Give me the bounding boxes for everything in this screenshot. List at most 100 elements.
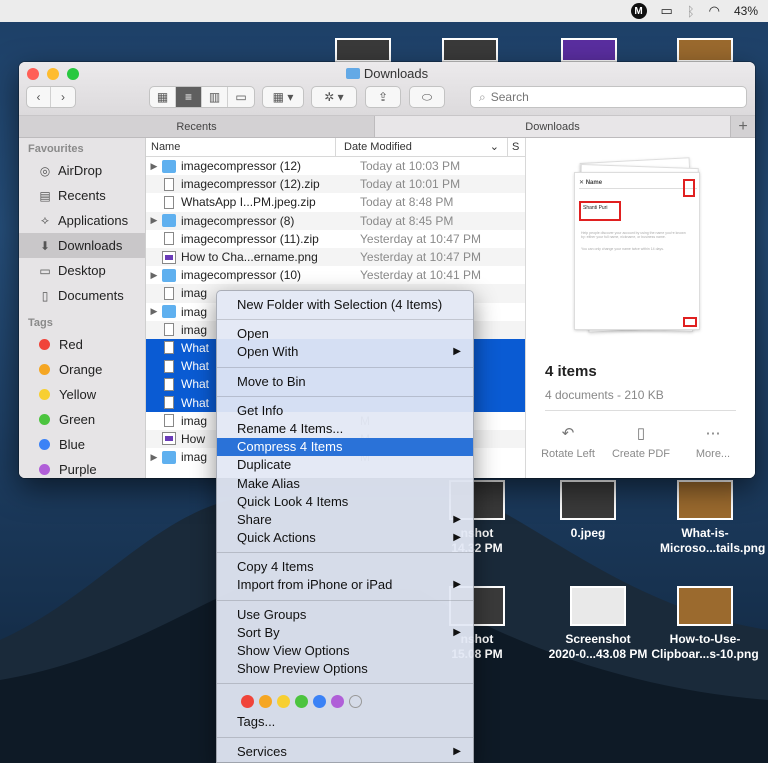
tag-color-swatch[interactable]	[241, 694, 254, 708]
sidebar-tag-label: Red	[59, 337, 83, 352]
file-row[interactable]: imagecompressor (12).zip Today at 10:01 P…	[146, 175, 525, 194]
menu-item-duplicate[interactable]: Duplicate	[217, 456, 473, 474]
column-view-button[interactable]: ▥	[202, 87, 228, 107]
menu-tag-colors	[217, 689, 473, 713]
sidebar-tag-red[interactable]: Red	[19, 332, 145, 357]
tag-color-swatch[interactable]	[259, 694, 272, 708]
column-header-name[interactable]: Name	[146, 138, 336, 156]
file-row[interactable]: ▶ imagecompressor (8) Today at 8:45 PM	[146, 211, 525, 230]
action-gear-button[interactable]: ✲ ▾	[311, 86, 357, 108]
rotate-left-button[interactable]: ↶ Rotate Left	[533, 424, 603, 460]
menu-item-quick-look-4-items[interactable]: Quick Look 4 Items	[217, 493, 473, 511]
menu-item-open-with[interactable]: Open With ▶	[217, 343, 473, 361]
battery-percent[interactable]: 43%	[734, 4, 758, 18]
menu-item-quick-actions[interactable]: Quick Actions ▶	[217, 529, 473, 547]
menu-item-open[interactable]: Open	[217, 325, 473, 343]
file-row[interactable]: imagecompressor (11).zip Yesterday at 10:…	[146, 230, 525, 248]
menu-item-label: Quick Look 4 Items	[237, 493, 349, 509]
menu-item-use-groups[interactable]: Use Groups	[217, 606, 473, 624]
menu-item-get-info[interactable]: Get Info	[217, 402, 473, 420]
tag-color-icon	[39, 339, 50, 350]
menu-item-compress-4-items[interactable]: Compress 4 Items	[217, 438, 473, 457]
desktop-file-icon[interactable]: Screenshot 2020-0...43.08 PM	[543, 586, 653, 662]
airplay-icon[interactable]: ▭	[661, 3, 673, 19]
tag-color-swatch[interactable]	[313, 694, 326, 708]
share-button[interactable]: ⇪	[365, 86, 401, 108]
tag-color-icon	[39, 464, 50, 475]
desktop-file-icon[interactable]: How-to-Use- Clipboar...s-10.png	[650, 586, 760, 662]
back-button[interactable]: ‹	[27, 87, 52, 107]
disclosure-triangle-icon[interactable]: ▶	[146, 215, 162, 226]
sidebar-tag-label: Yellow	[59, 387, 97, 402]
search-input[interactable]	[490, 90, 731, 104]
file-row[interactable]: ▶ imagecompressor (10) Yesterday at 10:41 …	[146, 266, 525, 284]
search-field[interactable]: ⌕	[470, 86, 747, 108]
icon-view-button[interactable]: ▦	[150, 87, 176, 107]
file-row[interactable]: ▶ imagecompressor (12) Today at 10:03 PM	[146, 157, 525, 175]
tag-color-swatch[interactable]	[295, 694, 308, 708]
menu-item-show-preview-options[interactable]: Show Preview Options	[217, 660, 473, 678]
menu-item-import-from-iphone-or-ipad[interactable]: Import from iPhone or iPad ▶	[217, 576, 473, 594]
group-by-button[interactable]: ▦ ▾	[262, 86, 304, 108]
tag-color-swatch[interactable]	[277, 694, 290, 708]
window-title: Downloads	[19, 66, 755, 81]
view-switcher: ▦ ≡ ▥ ▭	[149, 86, 255, 108]
more-button[interactable]: ⋯ More...	[678, 424, 748, 460]
create-pdf-button[interactable]: ▯ Create PDF	[606, 424, 676, 460]
menu-item-sort-by[interactable]: Sort By ▶	[217, 624, 473, 642]
wifi-icon[interactable]: ◠	[709, 3, 720, 19]
sidebar-item-recents[interactable]: ▤ Recents	[19, 183, 145, 208]
tag-button[interactable]: ⬭	[409, 86, 445, 108]
desktop-file-icon[interactable]: 0.jpeg	[543, 480, 633, 541]
sidebar-item-applications[interactable]: ⟡ Applications	[19, 208, 145, 233]
disclosure-triangle-icon[interactable]: ▶	[146, 270, 162, 281]
menu-item-rename-4-items[interactable]: Rename 4 Items...	[217, 420, 473, 438]
sidebar-tag-green[interactable]: Green	[19, 407, 145, 432]
menu-item-share[interactable]: Share ▶	[217, 511, 473, 529]
file-row[interactable]: WhatsApp I...PM.jpeg.zip Today at 8:48 PM	[146, 193, 525, 211]
disclosure-triangle-icon[interactable]: ▶	[146, 306, 162, 317]
sidebar-tag-yellow[interactable]: Yellow	[19, 382, 145, 407]
tab-recents[interactable]: Recents	[19, 116, 375, 137]
tab-downloads[interactable]: Downloads	[375, 116, 731, 137]
disclosure-triangle-icon[interactable]: ▶	[146, 161, 162, 172]
menu-separator	[217, 395, 473, 397]
tag-color-swatch[interactable]	[331, 694, 344, 708]
bluetooth-icon[interactable]: ᛒ	[687, 4, 695, 19]
desktop-file-icon[interactable]	[425, 38, 515, 62]
desktop-file-icon[interactable]: What-is- Microso...tails.png	[660, 480, 765, 556]
sidebar-item-downloads[interactable]: ⬇ Downloads	[19, 233, 145, 258]
desktop-file-icon[interactable]	[660, 38, 750, 62]
list-view-button[interactable]: ≡	[176, 87, 202, 107]
forward-button[interactable]: ›	[51, 87, 75, 107]
disclosure-triangle-icon[interactable]: ▶	[146, 452, 162, 463]
menu-item-tags[interactable]: Tags...	[217, 713, 473, 731]
sidebar-tag-blue[interactable]: Blue	[19, 432, 145, 457]
menu-item-move-to-bin[interactable]: Move to Bin	[217, 373, 473, 391]
desktop-file-icon[interactable]	[318, 38, 408, 62]
m-badge-icon[interactable]: M	[630, 3, 647, 19]
menu-item-show-view-options[interactable]: Show View Options	[217, 642, 473, 660]
sidebar-tag-orange[interactable]: Orange	[19, 357, 145, 382]
menu-item-new-folder-with-selection-4-items[interactable]: New Folder with Selection (4 Items)	[217, 296, 473, 314]
image-file-icon	[162, 432, 176, 446]
file-row[interactable]: How to Cha...ername.png Yesterday at 10:4…	[146, 247, 525, 267]
gallery-view-button[interactable]: ▭	[228, 87, 254, 107]
file-date: Today at 10:03 PM	[360, 159, 461, 174]
more-label: More...	[695, 448, 731, 460]
tab-bar: Recents Downloads +	[19, 116, 755, 138]
sidebar-item-label: Desktop	[58, 263, 106, 278]
sidebar-item-airdrop[interactable]: ◎ AirDrop	[19, 158, 145, 183]
column-header-date[interactable]: Date Modified ⌄	[336, 138, 508, 156]
menu-item-make-alias[interactable]: Make Alias	[217, 475, 473, 493]
column-header-size[interactable]: S	[508, 138, 525, 156]
tag-color-swatch[interactable]	[349, 694, 362, 708]
menu-item-copy-4-items[interactable]: Copy 4 Items	[217, 558, 473, 576]
new-tab-button[interactable]: +	[731, 116, 755, 137]
sidebar-item-desktop[interactable]: ▭ Desktop	[19, 258, 145, 283]
sidebar-tag-purple[interactable]: Purple	[19, 457, 145, 478]
menu-item-services[interactable]: Services ▶	[217, 743, 473, 761]
desktop-file-icon[interactable]	[544, 38, 634, 62]
sidebar-item-documents[interactable]: ▯ Documents	[19, 283, 145, 308]
file-date: Today at 8:48 PM	[360, 195, 454, 210]
